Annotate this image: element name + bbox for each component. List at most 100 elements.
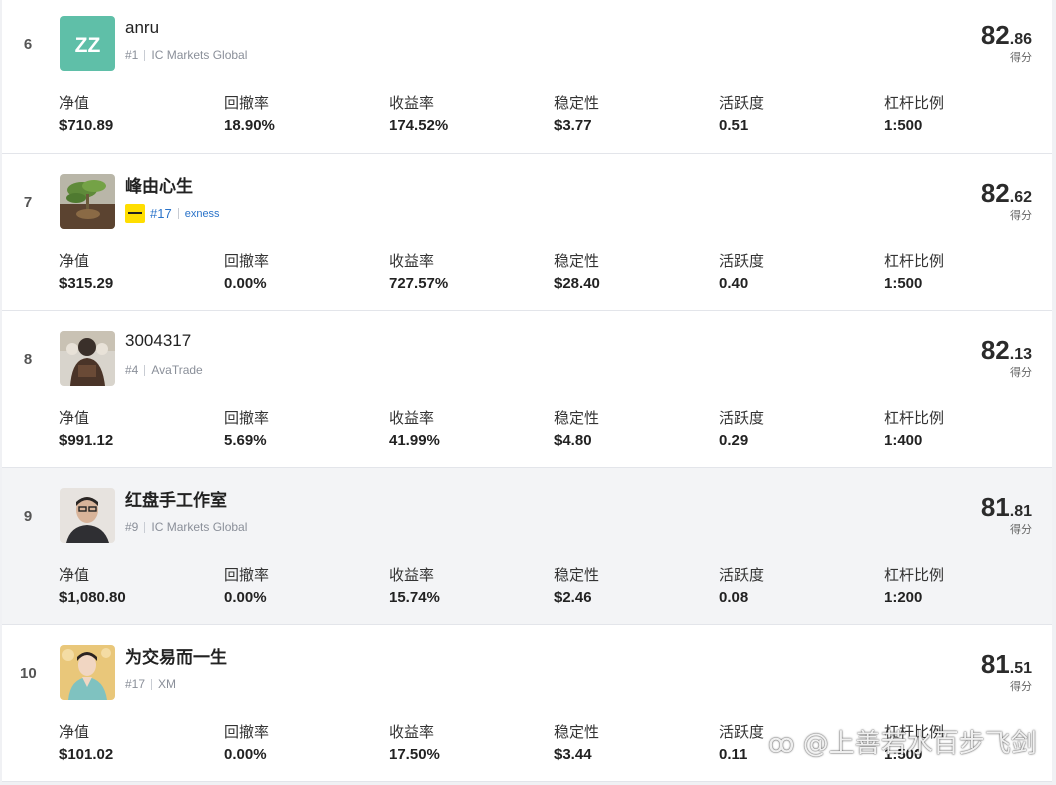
trader-name[interactable]: 红盘手工作室 <box>125 486 227 511</box>
broker-info: #9 IC Markets Global <box>125 520 247 534</box>
broker-info: #17 exness <box>125 204 220 223</box>
stat-equity: 净值 $710.89 <box>59 92 209 134</box>
avatar[interactable] <box>60 645 115 700</box>
stat-label: 回撤率 <box>224 723 270 741</box>
score-integer: 82 <box>980 178 1010 208</box>
exness-logo-icon <box>125 204 145 223</box>
trader-row[interactable]: 6 ZZ anru #1 IC Markets Global 82.86 得分 … <box>2 0 1052 154</box>
stat-equity: 净值 $991.12 <box>59 407 209 449</box>
stat-equity: 净值 $101.02 <box>59 721 209 763</box>
trader-row[interactable]: 9 红盘手工作室 #9 IC Markets Global 81.81 得分 净… <box>2 468 1052 625</box>
broker-name[interactable]: exness <box>185 208 220 220</box>
trader-row[interactable]: 8 3004317 #4 AvaTrade 82.13 得分 净值 $991.12… <box>2 311 1052 468</box>
broker-rank: #9 <box>125 520 139 534</box>
stat-label: 回撤率 <box>224 252 270 270</box>
stat-value: $28.40 <box>554 275 600 292</box>
broker-rank: #17 <box>125 677 146 691</box>
plant-photo-icon <box>60 174 115 229</box>
stat-label: 净值 <box>59 252 90 270</box>
divider <box>144 521 146 533</box>
stat-value: $315.29 <box>59 275 114 292</box>
stat-label: 净值 <box>59 94 90 112</box>
stat-drawdown: 回撤率 0.00% <box>224 721 374 763</box>
stat-leverage: 杠杆比例 1:400 <box>884 407 1034 449</box>
score-decimal: .62 <box>1009 189 1032 206</box>
stat-value: $1,080.80 <box>59 589 126 606</box>
score-integer: 81 <box>980 492 1010 522</box>
rank-number: 10 <box>20 665 37 682</box>
avatar[interactable] <box>60 174 115 229</box>
stat-value: 0.29 <box>719 432 749 449</box>
score: 81.81 得分 <box>981 492 1032 537</box>
score-label: 得分 <box>1010 523 1032 536</box>
stat-value: 18.90% <box>224 117 275 134</box>
stat-value: $101.02 <box>59 746 114 763</box>
stat-value: 0.00% <box>224 746 267 763</box>
score-integer: 82 <box>980 20 1010 50</box>
stat-label: 回撤率 <box>224 94 270 112</box>
broker-name: IC Markets Global <box>151 48 248 62</box>
person-photo-icon <box>60 645 115 700</box>
stat-return: 收益率 727.57% <box>389 250 539 292</box>
stat-return: 收益率 174.52% <box>389 92 539 134</box>
stat-value: 0.51 <box>719 117 749 134</box>
avatar[interactable]: ZZ <box>60 16 115 71</box>
broker-info: #17 XM <box>125 677 176 691</box>
stat-label: 净值 <box>59 566 90 584</box>
trader-row[interactable]: 7 峰由心生 #17 exness 82.62 得分 净值 $315.29 回撤率… <box>2 154 1052 311</box>
stat-label: 活跃度 <box>719 252 765 270</box>
trader-name[interactable]: 峰由心生 <box>125 172 193 197</box>
stat-value: 41.99% <box>389 432 440 449</box>
stat-label: 活跃度 <box>719 566 765 584</box>
avatar[interactable] <box>60 331 115 386</box>
stat-label: 稳定性 <box>554 409 600 427</box>
stat-value: 0.40 <box>719 275 749 292</box>
stat-label: 活跃度 <box>719 94 765 112</box>
score-integer: 81 <box>980 649 1010 679</box>
stat-label: 净值 <box>59 409 90 427</box>
rank-number: 7 <box>23 194 33 211</box>
stat-activity: 活跃度 0.08 <box>719 564 869 606</box>
score: 82.13 得分 <box>981 335 1032 380</box>
stat-equity: 净值 $315.29 <box>59 250 209 292</box>
divider <box>177 208 179 219</box>
stat-drawdown: 回撤率 5.69% <box>224 407 374 449</box>
watermark-text: @上善若水百步飞剑 <box>802 729 1037 759</box>
stat-stability: 稳定性 $28.40 <box>554 250 704 292</box>
stat-label: 收益率 <box>389 252 435 270</box>
score-decimal: .86 <box>1009 31 1032 48</box>
stat-label: 杠杆比例 <box>884 94 945 112</box>
score: 82.62 得分 <box>981 178 1032 223</box>
stat-label: 净值 <box>59 723 90 741</box>
trader-name[interactable]: 为交易而一生 <box>125 643 227 668</box>
trader-name[interactable]: 3004317 <box>125 331 191 351</box>
stat-stability: 稳定性 $3.44 <box>554 721 704 763</box>
stat-label: 稳定性 <box>554 723 600 741</box>
stat-label: 杠杆比例 <box>884 566 945 584</box>
score: 81.51 得分 <box>981 649 1032 694</box>
stat-label: 收益率 <box>389 723 435 741</box>
stat-return: 收益率 17.50% <box>389 721 539 763</box>
stat-label: 杠杆比例 <box>884 252 945 270</box>
stat-label: 稳定性 <box>554 94 600 112</box>
stat-label: 回撤率 <box>224 409 270 427</box>
stat-value: 727.57% <box>389 275 449 292</box>
score-label: 得分 <box>1010 209 1032 222</box>
stat-activity: 活跃度 0.51 <box>719 92 869 134</box>
stat-value: 1:500 <box>884 275 923 292</box>
trader-name[interactable]: anru <box>125 18 159 38</box>
person-photo-icon <box>60 331 115 386</box>
stat-label: 收益率 <box>389 566 435 584</box>
avatar-initials: ZZ <box>75 34 101 57</box>
rank-number: 9 <box>23 508 33 525</box>
divider <box>144 49 146 61</box>
score-decimal: .81 <box>1009 503 1032 520</box>
score-label: 得分 <box>1010 366 1032 379</box>
avatar[interactable] <box>60 488 115 543</box>
score-integer: 82 <box>980 335 1010 365</box>
broker-rank: #1 <box>125 48 139 62</box>
stat-return: 收益率 41.99% <box>389 407 539 449</box>
stat-value: $3.77 <box>554 117 592 134</box>
stat-value: $710.89 <box>59 117 114 134</box>
stat-value: 0.08 <box>719 589 749 606</box>
